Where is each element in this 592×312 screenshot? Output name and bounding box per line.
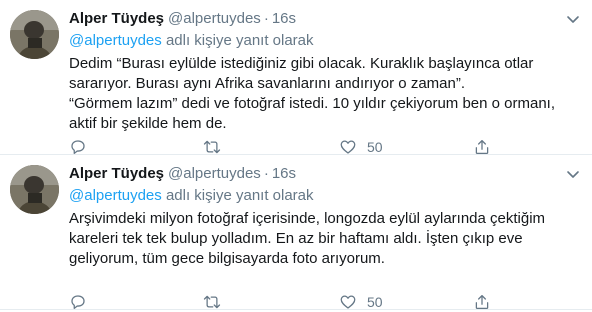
tweet-text: Arşivimdeki milyon fotoğraf içerisinde, … [69,209,581,269]
tweet[interactable]: Alper Tüydeş @alpertuydes · 16s @alpertuyde… [0,155,592,310]
reply-context-text: adlı kişiye yanıt olarak [161,187,314,204]
reply-context: @alpertuydes adlı kişiye yanıt olarak [69,187,314,204]
reply-button[interactable] [69,137,87,157]
reply-context: @alpertuydes adlı kişiye yanıt olarak [69,32,314,49]
timestamp[interactable]: 16s [272,165,296,182]
tweet[interactable]: Alper Tüydeş @alpertuydes · 16s @alpertuyde… [0,0,592,155]
user-handle[interactable]: @alpertuydes [168,165,261,182]
retweet-button[interactable] [203,137,221,157]
reply-context-text: adlı kişiye yanıt olarak [161,32,314,49]
chevron-down-icon[interactable] [564,10,582,28]
chevron-down-icon[interactable] [564,165,582,183]
display-name[interactable]: Alper Tüydeş [69,10,164,27]
share-icon [475,294,489,310]
share-button[interactable] [473,292,491,312]
tweet-paragraph: Dedim “Burası eylülde istediğiniz gibi o… [69,55,534,92]
reply-icon [71,295,85,310]
tweet-text: Dedim “Burası eylülde istediğiniz gibi o… [69,54,581,134]
tweet-header: Alper Tüydeş @alpertuydes · 16s [69,165,562,185]
reply-button[interactable] [69,292,87,312]
avatar-photo [10,10,59,59]
avatar-photo [10,165,59,214]
timestamp[interactable]: 16s [272,10,296,27]
heart-icon [340,295,356,309]
tweet-header: Alper Tüydeş @alpertuydes · 16s [69,10,562,30]
like-count: 50 [367,139,383,155]
like-button[interactable]: 50 [339,292,383,312]
reply-mention-link[interactable]: @alpertuydes [69,32,162,49]
user-handle[interactable]: @alpertuydes [168,10,261,27]
avatar[interactable] [10,10,59,59]
tweet-paragraph: “Görmem lazım” dedi ve fotoğraf istedi. … [69,95,556,132]
retweet-button[interactable] [203,292,221,312]
avatar[interactable] [10,165,59,214]
tweet-paragraph: Arşivimdeki milyon fotoğraf içerisinde, … [69,210,546,267]
tweet-actions: 50 [69,137,581,157]
share-icon [475,139,489,155]
like-button[interactable]: 50 [339,137,383,157]
separator: · [263,165,269,182]
retweet-icon [203,140,221,154]
heart-icon [340,140,356,154]
retweet-icon [203,295,221,309]
share-button[interactable] [473,137,491,157]
reply-icon [71,140,85,155]
tweet-actions: 50 [69,292,581,312]
like-count: 50 [367,294,383,310]
separator: · [263,10,269,27]
display-name[interactable]: Alper Tüydeş [69,165,164,182]
reply-mention-link[interactable]: @alpertuydes [69,187,162,204]
